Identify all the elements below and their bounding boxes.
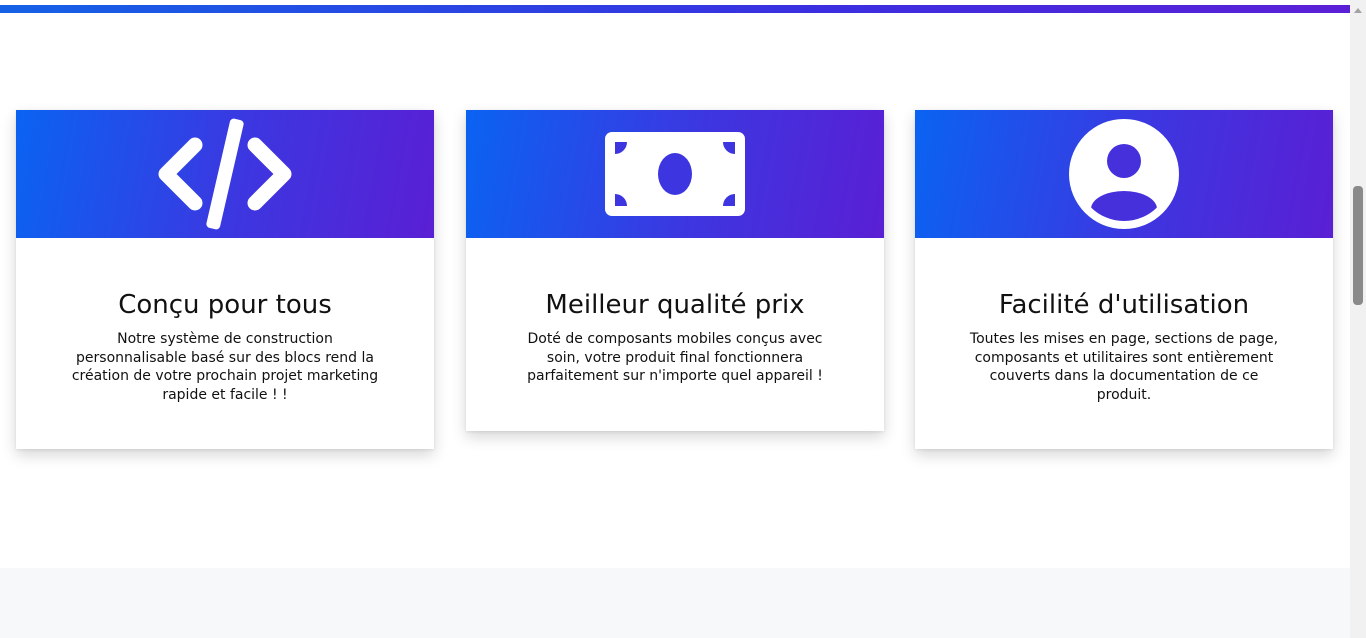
- feature-description: Doté de composants mobiles conçus avec s…: [527, 331, 823, 384]
- vertical-scrollbar[interactable]: [1350, 0, 1366, 638]
- feature-card-best-value: Meilleur qualité prix Doté de composants…: [466, 110, 884, 431]
- user-circle-icon: [1069, 119, 1179, 229]
- feature-title: Meilleur qualité prix: [545, 290, 805, 320]
- next-section-band: [0, 568, 1350, 638]
- feature-card-header: [915, 110, 1333, 238]
- feature-card-header: [16, 110, 434, 238]
- feature-description: Notre système de construction personnali…: [71, 331, 379, 403]
- feature-title: Conçu pour tous: [118, 290, 332, 320]
- feature-card-ease-of-use: Facilité d'utilisation Toutes les mises …: [915, 110, 1333, 449]
- feature-card-header: [466, 110, 884, 238]
- features-section: Conçu pour tous Notre système de constru…: [0, 0, 1350, 568]
- feature-description: Toutes les mises en page, sections de pa…: [969, 331, 1279, 403]
- feature-title: Facilité d'utilisation: [998, 290, 1250, 320]
- feature-card-designed-for-all: Conçu pour tous Notre système de constru…: [16, 110, 434, 449]
- scroll-up-arrow-icon[interactable]: [1354, 8, 1362, 13]
- banknote-icon: [605, 132, 745, 216]
- scrollbar-thumb[interactable]: [1353, 186, 1363, 305]
- code-icon: [158, 118, 292, 230]
